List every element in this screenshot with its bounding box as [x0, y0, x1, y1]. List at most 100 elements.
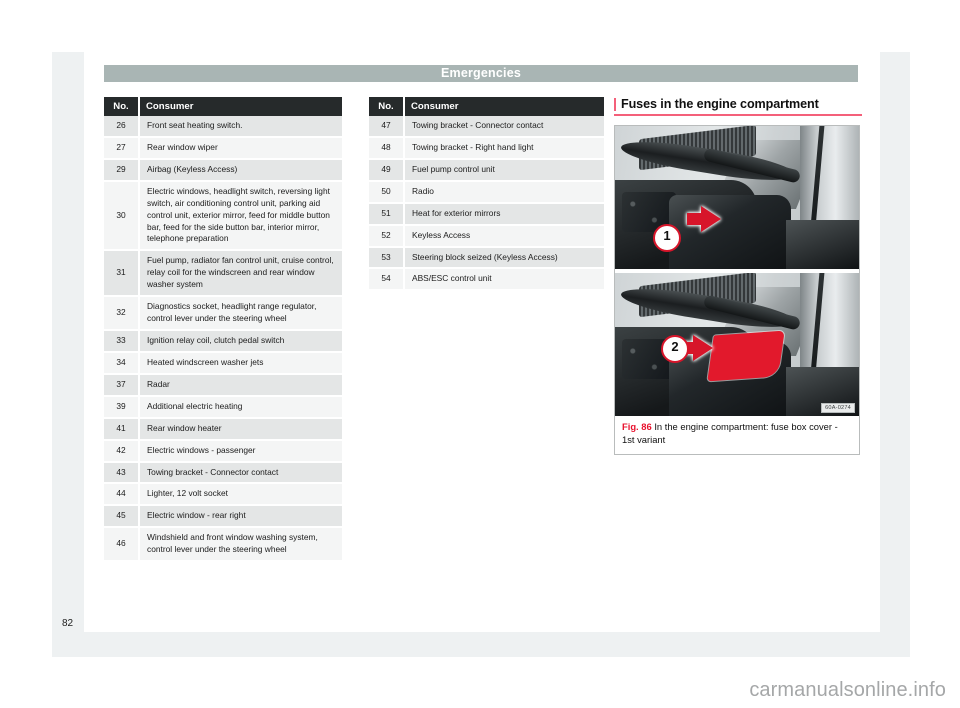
fuse-consumer-cell: Towing bracket - Connector contact	[139, 461, 342, 485]
fuse-consumer-cell: Lighter, 12 volt socket	[139, 483, 342, 507]
page-number: 82	[62, 618, 74, 629]
table-row: 33 Ignition relay coil, clutch pedal swit…	[104, 329, 342, 353]
fuse-table-middle: No. Consumer 47 Towing bracket - Connecto…	[369, 97, 604, 292]
fuse-number-cell: 54	[369, 268, 405, 292]
fuse-number-cell: 34	[104, 351, 140, 375]
column-header-consumer: Consumer	[404, 97, 604, 116]
fuse-consumer-cell: Towing bracket - Connector contact	[404, 116, 604, 138]
fuse-number-cell: 50	[369, 180, 405, 204]
fuse-number-cell: 30	[104, 180, 140, 252]
photo-cover-flap	[707, 330, 785, 382]
callout-marker-1: 1	[653, 224, 681, 252]
fuse-table-left-column: No. Consumer 26 Front seat heating switch…	[104, 97, 342, 563]
figure-caption-text: In the engine compartment: fuse box cove…	[622, 421, 838, 445]
fuse-consumer-cell: Additional electric heating	[139, 395, 342, 419]
fuse-number-cell: 29	[104, 158, 140, 182]
page-content: No. Consumer 26 Front seat heating switch…	[104, 97, 862, 617]
photo-bumper	[785, 220, 859, 269]
fuse-table-middle-column: No. Consumer 47 Towing bracket - Connecto…	[369, 97, 604, 292]
fuse-consumer-cell: Heated windscreen washer jets	[139, 351, 342, 375]
fuse-consumer-cell: Radar	[139, 373, 342, 397]
fuse-consumer-cell: Diagnostics socket, headlight range regu…	[139, 296, 342, 331]
fuse-consumer-cell: Airbag (Keyless Access)	[139, 158, 342, 182]
table-row: 51 Heat for exterior mirrors	[369, 202, 604, 226]
table-header-row: No. Consumer	[369, 97, 604, 116]
table-row: 53 Steering block seized (Keyless Access)	[369, 246, 604, 270]
fuse-number-cell: 49	[369, 158, 405, 182]
table-row: 49 Fuel pump control unit	[369, 158, 604, 182]
table-header-row: No. Consumer	[104, 97, 342, 116]
fuse-consumer-cell: Electric window - rear right	[139, 505, 342, 529]
site-watermark: carmanualsonline.info	[749, 679, 946, 701]
table-row: 43 Towing bracket - Connector contact	[104, 461, 342, 485]
table-row: 44 Lighter, 12 volt socket	[104, 483, 342, 507]
fuse-consumer-cell: Front seat heating switch.	[139, 116, 342, 138]
fuse-consumer-cell: Windshield and front window washing syst…	[139, 527, 342, 563]
table-row: 47 Towing bracket - Connector contact	[369, 116, 604, 138]
figure-caption: Fig. 86 In the engine compartment: fuse …	[615, 416, 859, 454]
table-row: 37 Radar	[104, 373, 342, 397]
fuse-number-cell: 48	[369, 136, 405, 160]
fuse-number-cell: 46	[104, 527, 140, 563]
table-row: 42 Electric windows - passenger	[104, 439, 342, 463]
photo-reference-code: 60A-0274	[821, 403, 855, 413]
fuse-consumer-cell: Radio	[404, 180, 604, 204]
fuse-number-cell: 27	[104, 136, 140, 160]
fuse-number-cell: 51	[369, 202, 405, 226]
engine-fuses-section: Fuses in the engine compartment 1 2 60A-…	[614, 97, 862, 455]
fuse-number-cell: 32	[104, 296, 140, 331]
fuse-number-cell: 37	[104, 373, 140, 397]
fuse-consumer-cell: Towing bracket - Right hand light	[404, 136, 604, 160]
fuse-number-cell: 43	[104, 461, 140, 485]
fuse-consumer-cell: Rear window wiper	[139, 136, 342, 160]
fuse-number-cell: 26	[104, 116, 140, 138]
table-row: 45 Electric window - rear right	[104, 505, 342, 529]
table-row: 31 Fuel pump, radiator fan control unit, …	[104, 250, 342, 298]
fuse-number-cell: 53	[369, 246, 405, 270]
fuse-consumer-cell: Electric windows, headlight switch, reve…	[139, 180, 342, 252]
fuse-table-left-body: 26 Front seat heating switch. 27 Rear windo…	[104, 116, 342, 563]
fuse-consumer-cell: ABS/ESC control unit	[404, 268, 604, 292]
fuse-number-cell: 41	[104, 417, 140, 441]
callout-arrow-2-icon	[693, 335, 713, 361]
column-header-no: No.	[104, 97, 140, 116]
section-heading-wrap: Fuses in the engine compartment	[614, 97, 862, 116]
section-heading: Fuses in the engine compartment	[621, 97, 819, 111]
table-row: 50 Radio	[369, 180, 604, 204]
table-row: 54 ABS/ESC control unit	[369, 268, 604, 292]
table-row: 52 Keyless Access	[369, 224, 604, 248]
table-row: 30 Electric windows, headlight switch, re…	[104, 180, 342, 252]
fuse-table-left: No. Consumer 26 Front seat heating switch…	[104, 97, 342, 563]
photo-fuse-box-cover	[668, 194, 791, 269]
running-header: Emergencies	[104, 65, 858, 82]
callout-arrow-1-icon	[701, 206, 721, 232]
fuse-consumer-cell: Heat for exterior mirrors	[404, 202, 604, 226]
table-row: 34 Heated windscreen washer jets	[104, 351, 342, 375]
column-header-consumer: Consumer	[139, 97, 342, 116]
fuse-consumer-cell: Electric windows - passenger	[139, 439, 342, 463]
fuse-number-cell: 44	[104, 483, 140, 507]
table-row: 41 Rear window heater	[104, 417, 342, 441]
fuse-number-cell: 42	[104, 439, 140, 463]
fuse-number-cell: 39	[104, 395, 140, 419]
table-row: 26 Front seat heating switch.	[104, 116, 342, 138]
callout-marker-2: 2	[661, 335, 689, 363]
fuse-number-cell: 47	[369, 116, 405, 138]
fuse-number-cell: 52	[369, 224, 405, 248]
table-row: 39 Additional electric heating	[104, 395, 342, 419]
table-row: 29 Airbag (Keyless Access)	[104, 158, 342, 182]
fuse-table-middle-body: 47 Towing bracket - Connector contact 48 To…	[369, 116, 604, 292]
figure-label: Fig. 86	[622, 421, 652, 432]
table-row: 32 Diagnostics socket, headlight range re…	[104, 296, 342, 331]
table-row: 46 Windshield and front window washing sy…	[104, 527, 342, 563]
fuse-consumer-cell: Fuel pump, radiator fan control unit, cr…	[139, 250, 342, 298]
fuse-consumer-cell: Steering block seized (Keyless Access)	[404, 246, 604, 270]
table-row: 27 Rear window wiper	[104, 136, 342, 160]
fuse-consumer-cell: Fuel pump control unit	[404, 158, 604, 182]
fuse-number-cell: 45	[104, 505, 140, 529]
figure-86: 1 2 60A-0274 Fig. 86 In the engine compa…	[614, 125, 860, 455]
fuse-consumer-cell: Ignition relay coil, clutch pedal switch	[139, 329, 342, 353]
fuse-consumer-cell: Keyless Access	[404, 224, 604, 248]
table-row: 48 Towing bracket - Right hand light	[369, 136, 604, 160]
figure-photo-variant-2: 2 60A-0274	[615, 269, 859, 416]
